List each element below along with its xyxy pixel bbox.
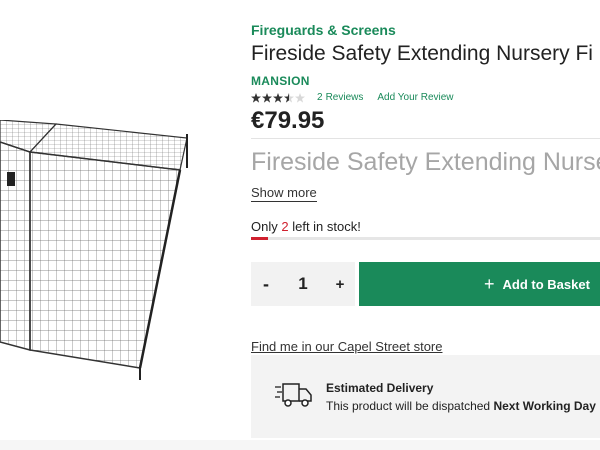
- delivery-info-panel: Estimated Delivery This product will be …: [251, 355, 600, 438]
- stock-message: Only 2 left in stock!: [251, 219, 361, 234]
- star-full-icon: [262, 92, 272, 103]
- stock-suffix: left in stock!: [292, 219, 361, 234]
- star-full-icon: [273, 92, 283, 103]
- star-empty-icon: [295, 92, 305, 103]
- delivery-title: Estimated Delivery: [326, 381, 434, 395]
- decrease-quantity-button[interactable]: -: [251, 274, 281, 295]
- stock-count: 2: [281, 219, 289, 234]
- rating-stars: [251, 92, 305, 103]
- stock-level-fill: [251, 237, 269, 240]
- delivery-time: Next Working Day: [493, 399, 596, 413]
- plus-icon: +: [484, 273, 495, 294]
- product-title: Fireside Safety Extending Nursery Fi: [251, 42, 593, 65]
- product-price: €79.95: [251, 107, 325, 134]
- add-review-link[interactable]: Add Your Review: [377, 92, 453, 103]
- brand-link[interactable]: MANSION: [251, 74, 310, 88]
- quantity-stepper: - 1 +: [251, 262, 355, 306]
- quantity-value[interactable]: 1: [281, 274, 325, 294]
- show-more-link[interactable]: Show more: [251, 185, 317, 202]
- rating-row: 2 Reviews Add Your Review: [251, 92, 454, 103]
- stock-level-bar: [251, 237, 600, 240]
- star-half-icon: [284, 92, 294, 103]
- add-to-basket-button[interactable]: + Add to Basket: [359, 262, 600, 306]
- add-to-basket-label: Add to Basket: [502, 276, 590, 292]
- category-link[interactable]: Fireguards & Screens: [251, 22, 396, 38]
- star-full-icon: [251, 92, 261, 103]
- product-image: [0, 120, 188, 380]
- description-preview: Fireside Safety Extending Nurse: [251, 148, 600, 176]
- delivery-truck-icon: [275, 383, 312, 407]
- footer-strip: [0, 440, 600, 450]
- find-in-store-link[interactable]: Find me in our Capel Street store: [251, 339, 442, 354]
- reviews-link[interactable]: Reviews: [326, 92, 364, 103]
- reviews-count[interactable]: 2: [317, 92, 323, 103]
- divider: [251, 138, 600, 139]
- increase-quantity-button[interactable]: +: [325, 276, 355, 293]
- delivery-text-prefix: This product will be dispatched: [326, 399, 491, 413]
- stock-prefix: Only: [251, 219, 278, 234]
- product-info: Fireguards & Screens Fireside Safety Ext…: [251, 0, 600, 450]
- delivery-text: This product will be dispatched Next Wor…: [326, 399, 596, 413]
